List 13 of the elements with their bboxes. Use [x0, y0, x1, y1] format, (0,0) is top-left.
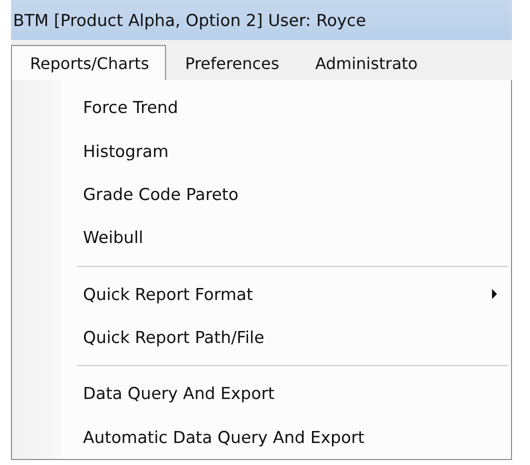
- menu-item[interactable]: Quick Report Format: [12, 272, 511, 316]
- menu-item[interactable]: Automatic Data Query And Export: [12, 416, 511, 459]
- menu-item[interactable]: Quick Report Path/File: [12, 316, 511, 360]
- menu-tab[interactable]: Preferences: [166, 45, 296, 80]
- window-title: BTM [Product Alpha, Option 2] User: Royce: [11, 0, 512, 40]
- menu-item[interactable]: Histogram: [12, 129, 511, 173]
- submenu-arrow-icon: [492, 289, 497, 300]
- menu-item[interactable]: Grade Code Pareto: [12, 172, 511, 216]
- menu-item[interactable]: Weibull: [12, 216, 511, 260]
- menu-tab[interactable]: Administrato: [296, 45, 435, 80]
- menu-item[interactable]: Data Query And Export: [12, 372, 511, 416]
- menu-tab[interactable]: Reports/Charts: [11, 45, 166, 80]
- menu-item[interactable]: Force Trend: [12, 86, 511, 130]
